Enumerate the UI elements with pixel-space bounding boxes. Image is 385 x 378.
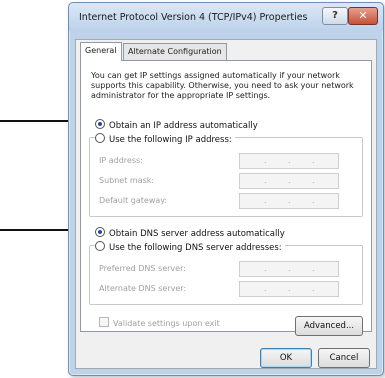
ip-dot: . [288,156,291,165]
ipv4-properties-dialog: Internet Protocol Version 4 (TCP/IPv4) P… [68,2,384,376]
ip-manual-radio[interactable] [95,133,105,143]
subnet-mask-label: Subnet mask: [99,176,155,185]
preferred-dns-input[interactable]: ... [239,261,339,277]
subnet-mask-input[interactable]: ... [239,173,339,189]
title-bar[interactable]: Internet Protocol Version 4 (TCP/IPv4) P… [69,3,383,31]
dns-manual-label: Use the following DNS server addresses: [109,243,282,253]
help-button[interactable]: ? [322,7,348,25]
ip-dot: . [264,196,267,205]
preferred-dns-label: Preferred DNS server: [99,264,186,273]
ip-dot: . [288,196,291,205]
advanced-button[interactable]: Advanced... [295,316,363,336]
ip-manual-option[interactable]: Use the following IP address: [95,133,235,145]
default-gateway-input[interactable]: ... [239,193,339,209]
ip-address-label: IP address: [99,156,143,165]
validate-settings-checkbox[interactable] [99,317,109,327]
cancel-button[interactable]: Cancel [318,348,370,368]
ip-dot: . [312,196,315,205]
help-icon: ? [332,10,338,21]
dns-manual-radio[interactable] [95,241,105,251]
close-icon: ✕ [358,9,368,22]
ip-auto-label: Obtain an IP address automatically [109,121,258,131]
general-panel: You can get IP settings assigned automat… [80,60,372,336]
ip-dot: . [264,264,267,273]
ip-dot: . [288,284,291,293]
dns-auto-radio[interactable] [95,227,105,237]
tab-alternate-configuration[interactable]: Alternate Configuration [123,43,227,60]
tab-general[interactable]: General [80,42,122,61]
description-text: You can get IP settings assigned automat… [91,71,354,100]
alternate-dns-label: Alternate DNS server: [99,284,187,293]
alternate-dns-input[interactable]: ... [239,281,339,297]
ip-dot: . [264,156,267,165]
validate-settings-label: Validate settings upon exit [113,319,220,328]
ip-dot: . [312,156,315,165]
dns-auto-option[interactable]: Obtain DNS server address automatically [95,227,285,239]
ip-dot: . [312,264,315,273]
ip-address-input[interactable]: ... [239,153,339,169]
ip-dot: . [312,284,315,293]
ip-dot: . [288,264,291,273]
ip-manual-label: Use the following IP address: [109,135,232,145]
dns-auto-label: Obtain DNS server address automatically [109,229,285,239]
ok-button[interactable]: OK [260,348,312,368]
ip-dot: . [312,176,315,185]
default-gateway-label: Default gateway: [99,196,168,205]
ip-dot: . [264,176,267,185]
ip-dot: . [264,284,267,293]
dns-manual-option[interactable]: Use the following DNS server addresses: [95,241,285,253]
validate-settings-option[interactable]: Validate settings upon exit [99,317,220,328]
window-title: Internet Protocol Version 4 (TCP/IPv4) P… [79,12,308,23]
ip-dot: . [288,176,291,185]
ip-auto-option[interactable]: Obtain an IP address automatically [95,119,258,131]
dialog-body: General Alternate Configuration You can … [75,39,377,369]
ip-auto-radio[interactable] [95,119,105,129]
close-button[interactable]: ✕ [348,7,378,25]
